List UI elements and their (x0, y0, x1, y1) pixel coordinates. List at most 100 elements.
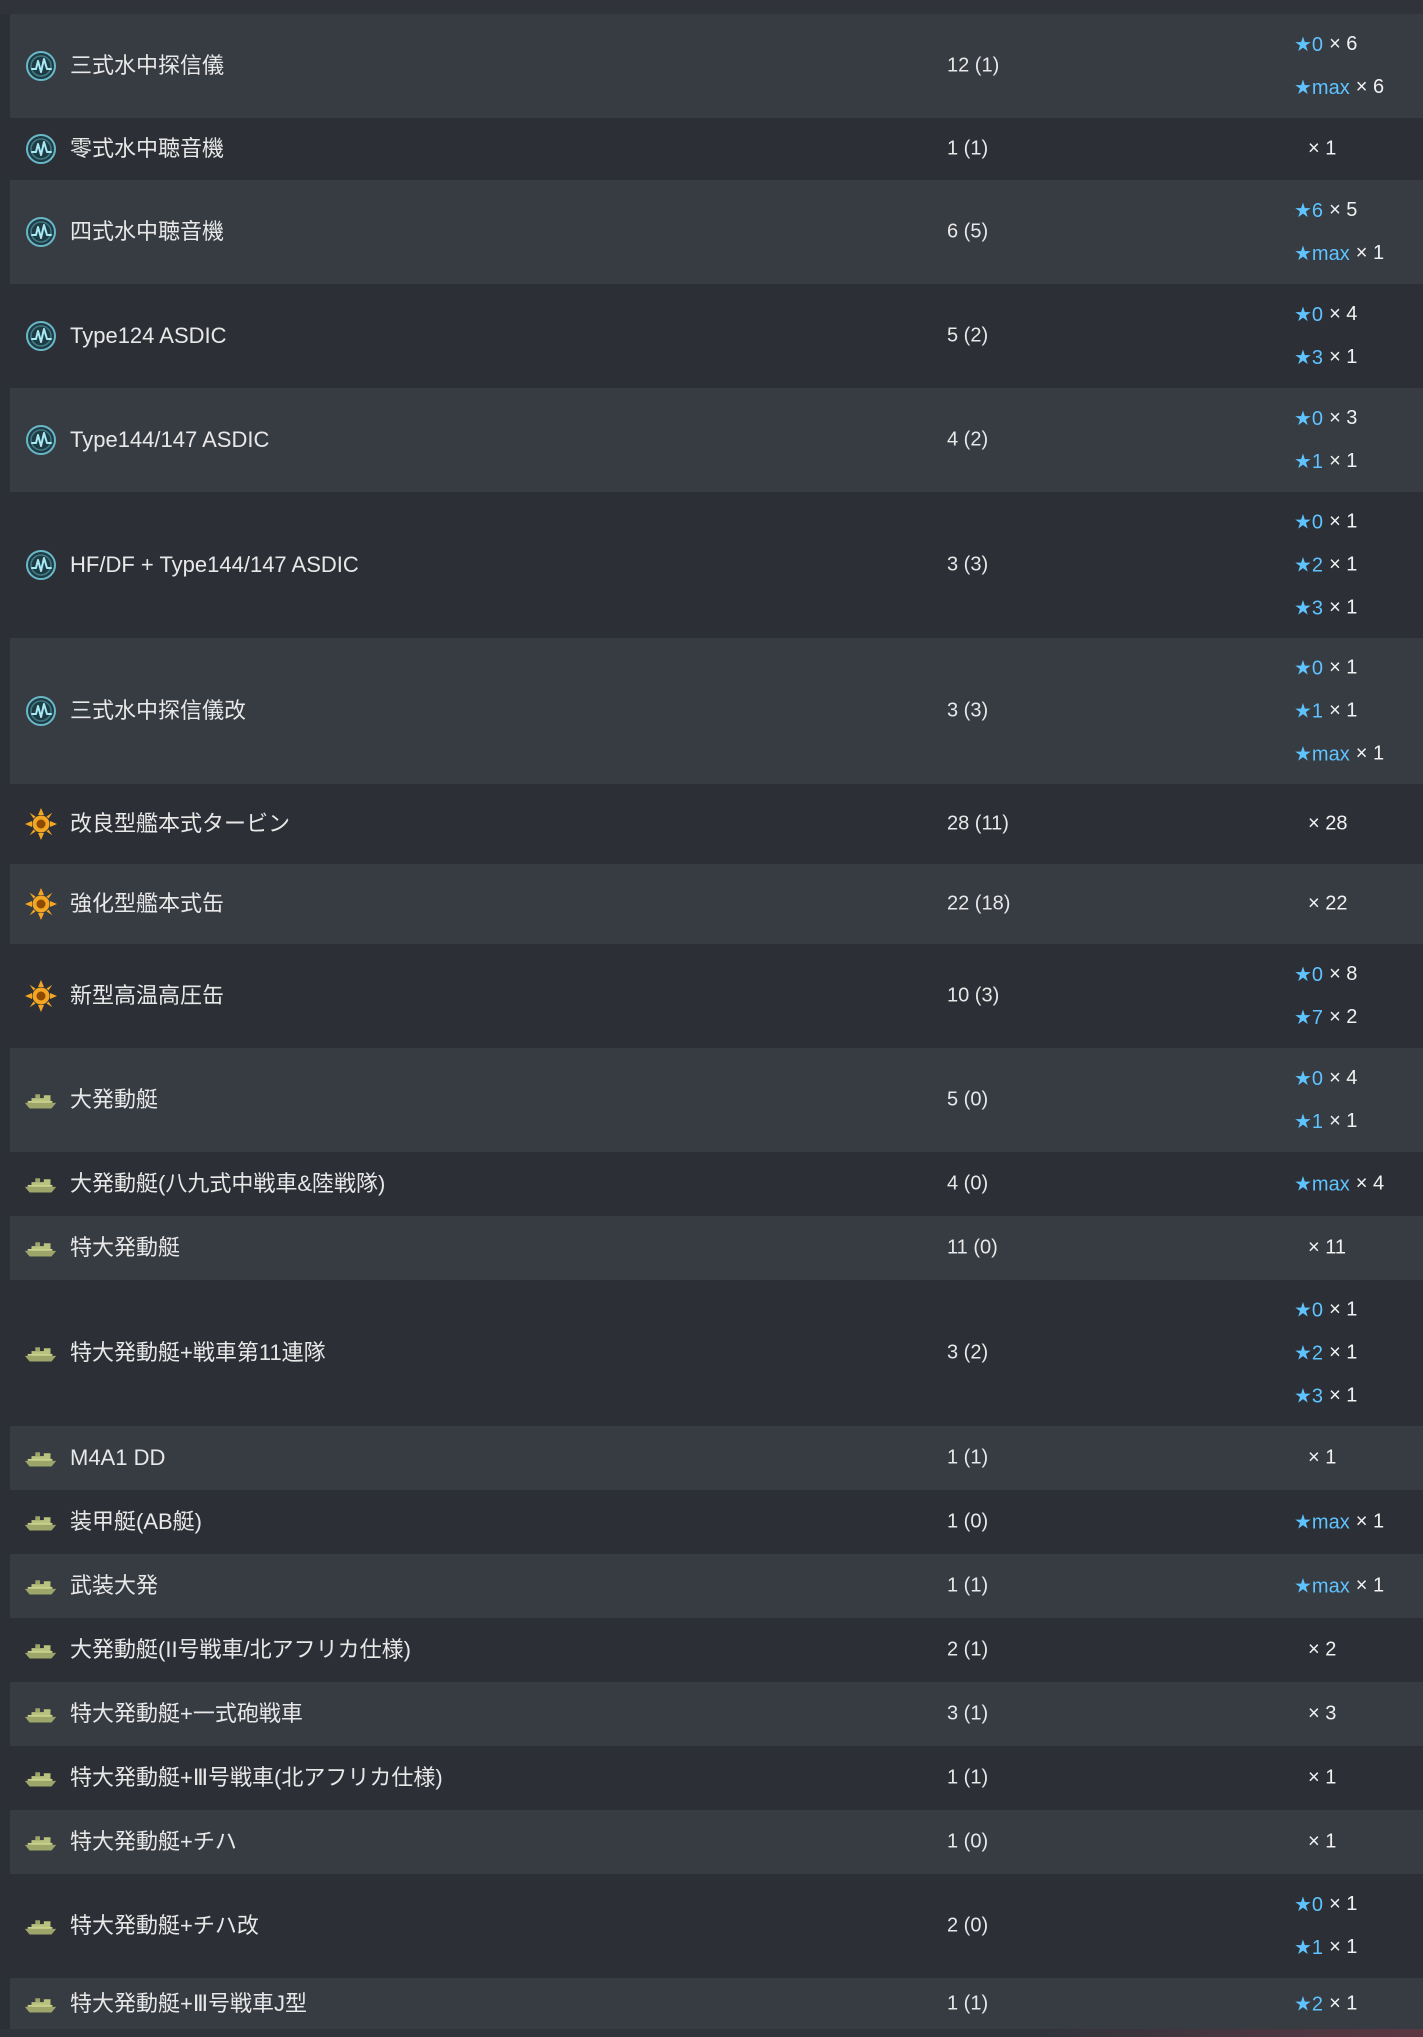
improvement-line: ★1 × 1 (1294, 1935, 1357, 1960)
table-row: 大発動艇(八九式中戦車&陸戦隊) 4 (0) ★max × 4 (10, 1152, 1423, 1216)
table-row: 武装大発 1 (1) ★max × 1 (10, 1554, 1423, 1618)
improvement-count: × 28 (1308, 812, 1348, 835)
equipment-name: 装甲艇(AB艇) (70, 1509, 203, 1534)
equipment-name: 改良型艦本式タービン (70, 811, 291, 836)
improvement-level: ★0 (1294, 1299, 1324, 1322)
improvement-line: × 1 (1294, 1767, 1336, 1790)
improvement-line: ★3 × 1 (1294, 1384, 1357, 1409)
improvement-count: × 2 (1329, 1006, 1358, 1028)
equipment-count: 4 (0) (947, 1172, 989, 1195)
sonar-icon (22, 546, 60, 584)
equipment-count: 3 (2) (947, 1341, 989, 1364)
equipment-name: HF/DF + Type144/147 ASDIC (70, 552, 359, 577)
landing-craft-icon (22, 1695, 60, 1733)
equipment-name-cell: 特大発動艇+戦車第11連隊 (22, 1334, 326, 1372)
improvement-count: × 1 (1308, 1830, 1337, 1853)
equipment-name-cell: 特大発動艇+一式砲戦車 (22, 1695, 303, 1733)
improvement-count: × 5 (1329, 199, 1358, 221)
improvement-level: ★1 (1294, 1111, 1324, 1133)
equipment-name: 特大発動艇+戦車第11連隊 (70, 1340, 326, 1365)
improvement-cell: ★0 × 1 ★1 × 1 ★max × 1 (1294, 656, 1384, 767)
equipment-name: 三式水中探信儀 (70, 53, 225, 78)
improvement-count: × 1 (1308, 1446, 1337, 1469)
equipment-name-cell: 零式水中聴音機 (22, 130, 224, 168)
improvement-count: × 4 (1329, 1067, 1358, 1089)
sonar-icon (22, 213, 60, 251)
improvement-count: × 1 (1329, 1992, 1358, 2015)
improvement-level: ★1 (1294, 700, 1324, 723)
equipment-name: 大発動艇(八九式中戦車&陸戦隊) (70, 1171, 386, 1196)
improvement-line: ★2 × 1 (1294, 553, 1357, 578)
improvement-line: ★0 × 1 (1294, 1298, 1357, 1323)
improvement-count: × 1 (1329, 1384, 1358, 1407)
equipment-count: 1 (0) (947, 1510, 989, 1533)
improvement-level: ★2 (1294, 1993, 1324, 2016)
sonar-icon (22, 47, 60, 85)
improvement-line: ★2 × 1 (1294, 1992, 1357, 2017)
equipment-name-cell: M4A1 DD (22, 1439, 165, 1477)
equipment-name-cell: 特大発動艇+チハ改 (22, 1907, 259, 1945)
improvement-level: ★max (1294, 243, 1350, 265)
landing-craft-icon (22, 1081, 60, 1119)
table-row: 大発動艇 5 (0) ★0 × 4 ★1 × 1 (10, 1048, 1423, 1152)
landing-craft-icon (22, 1985, 60, 2023)
equipment-name-cell: 強化型艦本式缶 (22, 885, 224, 923)
improvement-line: ★0 × 1 (1294, 1892, 1357, 1917)
improvement-count: × 1 (1329, 1893, 1358, 1915)
equipment-count: 2 (1) (947, 1638, 989, 1661)
equipment-count: 22 (18) (947, 892, 1011, 915)
table-row: 改良型艦本式タービン 28 (11) × 28 (10, 784, 1423, 864)
equipment-name-cell: 特大発動艇 (22, 1229, 180, 1267)
improvement-level: ★2 (1294, 554, 1324, 577)
improvement-line: ★1 × 1 (1294, 699, 1384, 724)
equipment-count: 2 (0) (947, 1914, 989, 1937)
improvement-count: × 1 (1329, 596, 1358, 619)
equipment-count: 28 (11) (947, 812, 1009, 835)
table-row: 三式水中探信儀 12 (1) ★0 × 6 ★max × 6 (10, 14, 1423, 118)
improvement-count: × 1 (1308, 137, 1337, 160)
turbine-icon (22, 805, 60, 843)
equipment-count: 1 (1) (947, 1446, 989, 1469)
improvement-cell: ★max × 4 (1294, 1172, 1384, 1197)
table-row: 特大発動艇+一式砲戦車 3 (1) × 3 (10, 1682, 1423, 1746)
improvement-line: × 1 (1294, 1831, 1336, 1854)
improvement-cell: × 11 (1294, 1237, 1346, 1260)
equipment-list-page: 三式水中探信儀 12 (1) ★0 × 6 ★max × 6 零式水中聴音機 1 (1) × 1… (0, 0, 1423, 2037)
equipment-name-cell: 三式水中探信儀改 (22, 692, 246, 730)
equipment-name-cell: 装甲艇(AB艇) (22, 1503, 202, 1541)
improvement-cell: ★max × 1 (1294, 1574, 1384, 1599)
equipment-name: 特大発動艇 (70, 1235, 181, 1260)
improvement-count: × 4 (1329, 303, 1358, 325)
equipment-count: 10 (3) (947, 984, 1000, 1007)
improvement-line: × 3 (1294, 1703, 1336, 1726)
landing-craft-icon (22, 1503, 60, 1541)
landing-craft-icon (22, 1165, 60, 1203)
equipment-count: 12 (1) (947, 54, 1000, 77)
improvement-cell: ★6 × 5 ★max × 1 (1294, 198, 1384, 266)
improvement-count: × 1 (1355, 1510, 1385, 1533)
improvement-cell: × 1 (1294, 1767, 1336, 1790)
improvement-count: × 1 (1329, 346, 1358, 368)
equipment-name: 特大発動艇+Ⅲ号戦車J型 (70, 1991, 308, 2016)
improvement-count: × 1 (1329, 553, 1358, 576)
improvement-count: × 1 (1355, 1574, 1385, 1597)
table-row: 特大発動艇+Ⅲ号戦車(北アフリカ仕様) 1 (1) × 1 (10, 1746, 1423, 1810)
equipment-name-cell: 特大発動艇+Ⅲ号戦車J型 (22, 1985, 307, 2023)
improvement-cell: × 3 (1294, 1703, 1336, 1726)
table-row: 三式水中探信儀改 3 (3) ★0 × 1 ★1 × 1 ★max × 1 (10, 638, 1423, 784)
improvement-cell: ★0 × 4 ★3 × 1 (1294, 302, 1357, 370)
equipment-name-cell: 四式水中聴音機 (22, 213, 224, 251)
improvement-level: ★0 (1294, 34, 1324, 56)
equipment-count: 3 (1) (947, 1702, 989, 1725)
table-row: 零式水中聴音機 1 (1) × 1 (10, 118, 1423, 180)
equipment-name-cell: Type144/147 ASDIC (22, 421, 269, 459)
improvement-line: ★max × 1 (1294, 1574, 1384, 1599)
equipment-name-cell: 新型高温高圧缶 (22, 977, 224, 1015)
improvement-line: ★1 × 1 (1294, 1109, 1357, 1134)
improvement-line: ★0 × 1 (1294, 656, 1384, 681)
equipment-name: 特大発動艇+一式砲戦車 (70, 1701, 303, 1726)
improvement-cell: ★0 × 8 ★7 × 2 (1294, 962, 1357, 1030)
improvement-line: ★0 × 4 (1294, 1066, 1357, 1091)
bottom-edge (0, 2029, 1423, 2037)
improvement-line: ★3 × 1 (1294, 345, 1357, 370)
